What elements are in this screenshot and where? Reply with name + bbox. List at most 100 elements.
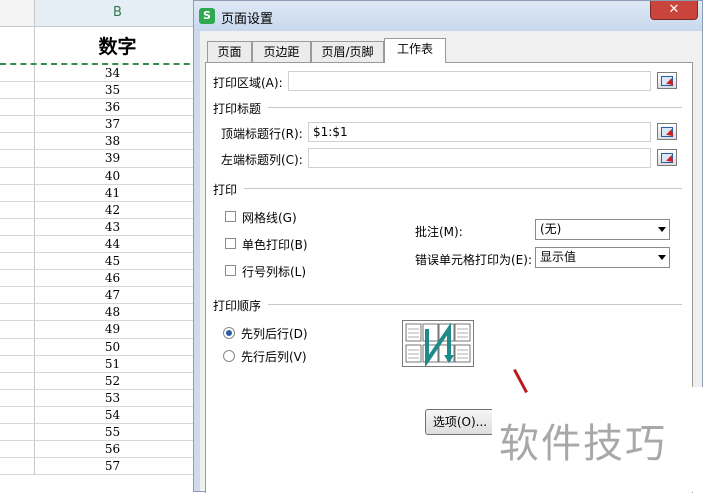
title-bar[interactable]: S 页面设置 ✕ [194,1,702,31]
cell-a[interactable] [0,133,35,150]
cell-b[interactable]: 50 [35,339,190,355]
cell-b[interactable]: 51 [35,356,190,372]
table-row: 57 [0,458,200,476]
cell-a[interactable] [0,235,35,253]
cell-a[interactable] [0,218,35,235]
print-titles-section: 打印标题 [213,102,262,116]
cell-b[interactable]: 34 [35,65,190,81]
print-area-picker-icon[interactable] [657,72,677,89]
cell-a[interactable] [0,184,35,201]
cell-a[interactable] [0,458,35,475]
cell-b[interactable]: 55 [35,424,190,440]
cell-a[interactable] [0,406,35,423]
cell-a[interactable] [0,355,35,372]
cell-a[interactable] [0,423,35,441]
top-rows-input[interactable]: $1:$1 [308,122,651,142]
cell-b[interactable]: 39 [35,150,190,166]
column-header-b[interactable]: B [35,0,200,27]
gridlines-checkbox[interactable] [225,211,236,222]
print-area-input[interactable] [288,71,651,91]
close-button[interactable]: ✕ [650,1,698,20]
table-row: 54 [0,406,200,424]
left-cols-picker-icon[interactable] [657,149,677,166]
left-cols-input[interactable] [308,148,651,168]
cell-a[interactable] [0,372,35,389]
cell-a[interactable] [0,201,35,218]
cell-b[interactable]: 38 [35,133,190,149]
over-then-down-radio[interactable] [223,350,235,362]
table-row: 50 [0,338,200,356]
down-then-over-label: 先列后行(D) [241,327,308,341]
print-order-preview-icon [402,320,474,368]
cell-b[interactable]: 35 [35,82,190,98]
cell-b[interactable]: 48 [35,304,190,320]
cell-a[interactable] [0,304,35,321]
top-rows-picker-icon[interactable] [657,123,677,140]
cell-b[interactable]: 44 [35,236,190,252]
table-row: 48 [0,304,200,322]
cell-b[interactable]: 43 [35,219,190,235]
cell-b[interactable]: 37 [35,116,190,132]
cell-b[interactable]: 53 [35,390,190,406]
cell-a[interactable] [0,287,35,304]
print-section: 打印 [213,183,238,197]
cell-a[interactable] [0,338,35,355]
watermark-text: 软件技巧 [499,421,667,467]
cell-a[interactable] [0,65,35,82]
cell-a[interactable] [0,82,35,99]
table-row: 46 [0,270,200,288]
print-order-section: 打印顺序 [213,299,262,313]
cell-b[interactable]: 42 [35,202,190,218]
cell-a[interactable] [0,150,35,167]
cell-b[interactable]: 40 [35,168,190,184]
cell-b[interactable]: 45 [35,253,190,269]
cell-b[interactable]: 47 [35,287,190,303]
column-header-a[interactable] [0,0,35,27]
row-col-headers-checkbox[interactable] [225,265,236,276]
cell-a[interactable] [0,99,35,116]
table-row: 45 [0,253,200,271]
mono-print-checkbox[interactable] [225,238,236,249]
chevron-down-icon [658,227,666,232]
table-row: 53 [0,389,200,407]
cell-a[interactable] [0,167,35,184]
cell-b[interactable]: 49 [35,321,190,337]
cell-a[interactable] [0,270,35,287]
cell-b[interactable]: 52 [35,373,190,389]
tab-page[interactable]: 页面 [207,41,252,62]
cell-a[interactable] [0,389,35,406]
tab-margins[interactable]: 页边距 [252,41,311,62]
table-row: 43 [0,218,200,236]
table-row: 35 [0,82,200,100]
cell-a[interactable] [0,441,35,458]
table-row: 56 [0,441,200,459]
cell-b[interactable]: 36 [35,99,190,115]
over-then-down-label: 先行后列(V) [241,350,307,364]
table-row: 38 [0,133,200,151]
table-row: 42 [0,201,200,219]
mono-print-label: 单色打印(B) [242,238,308,252]
tab-header-footer[interactable]: 页眉/页脚 [311,41,384,62]
cell-b[interactable]: 56 [35,441,190,457]
table-row: 52 [0,372,200,390]
cell-b[interactable]: 41 [35,185,190,201]
comments-select[interactable]: (无) [535,219,670,240]
table-row: 36 [0,99,200,117]
down-then-over-radio[interactable] [223,327,235,339]
cell-b[interactable]: 54 [35,407,190,423]
options-button[interactable]: 选项(O)... [425,409,495,435]
dialog-title: 页面设置 [221,12,274,27]
header-cell-b[interactable]: 数字 [35,27,200,63]
cell-a[interactable] [0,253,35,270]
tab-sheet[interactable]: 工作表 [384,38,446,63]
chevron-down-icon [658,255,666,260]
table-row: 55 [0,423,200,442]
header-cell-a[interactable] [0,27,35,63]
cell-b[interactable]: 46 [35,270,190,286]
cell-a[interactable] [0,116,35,133]
cell-b[interactable]: 57 [35,458,190,474]
errors-label: 错误单元格打印为(E): [415,253,532,267]
table-row: 39 [0,150,200,168]
cell-a[interactable] [0,321,35,338]
errors-select[interactable]: 显示值 [535,247,670,268]
